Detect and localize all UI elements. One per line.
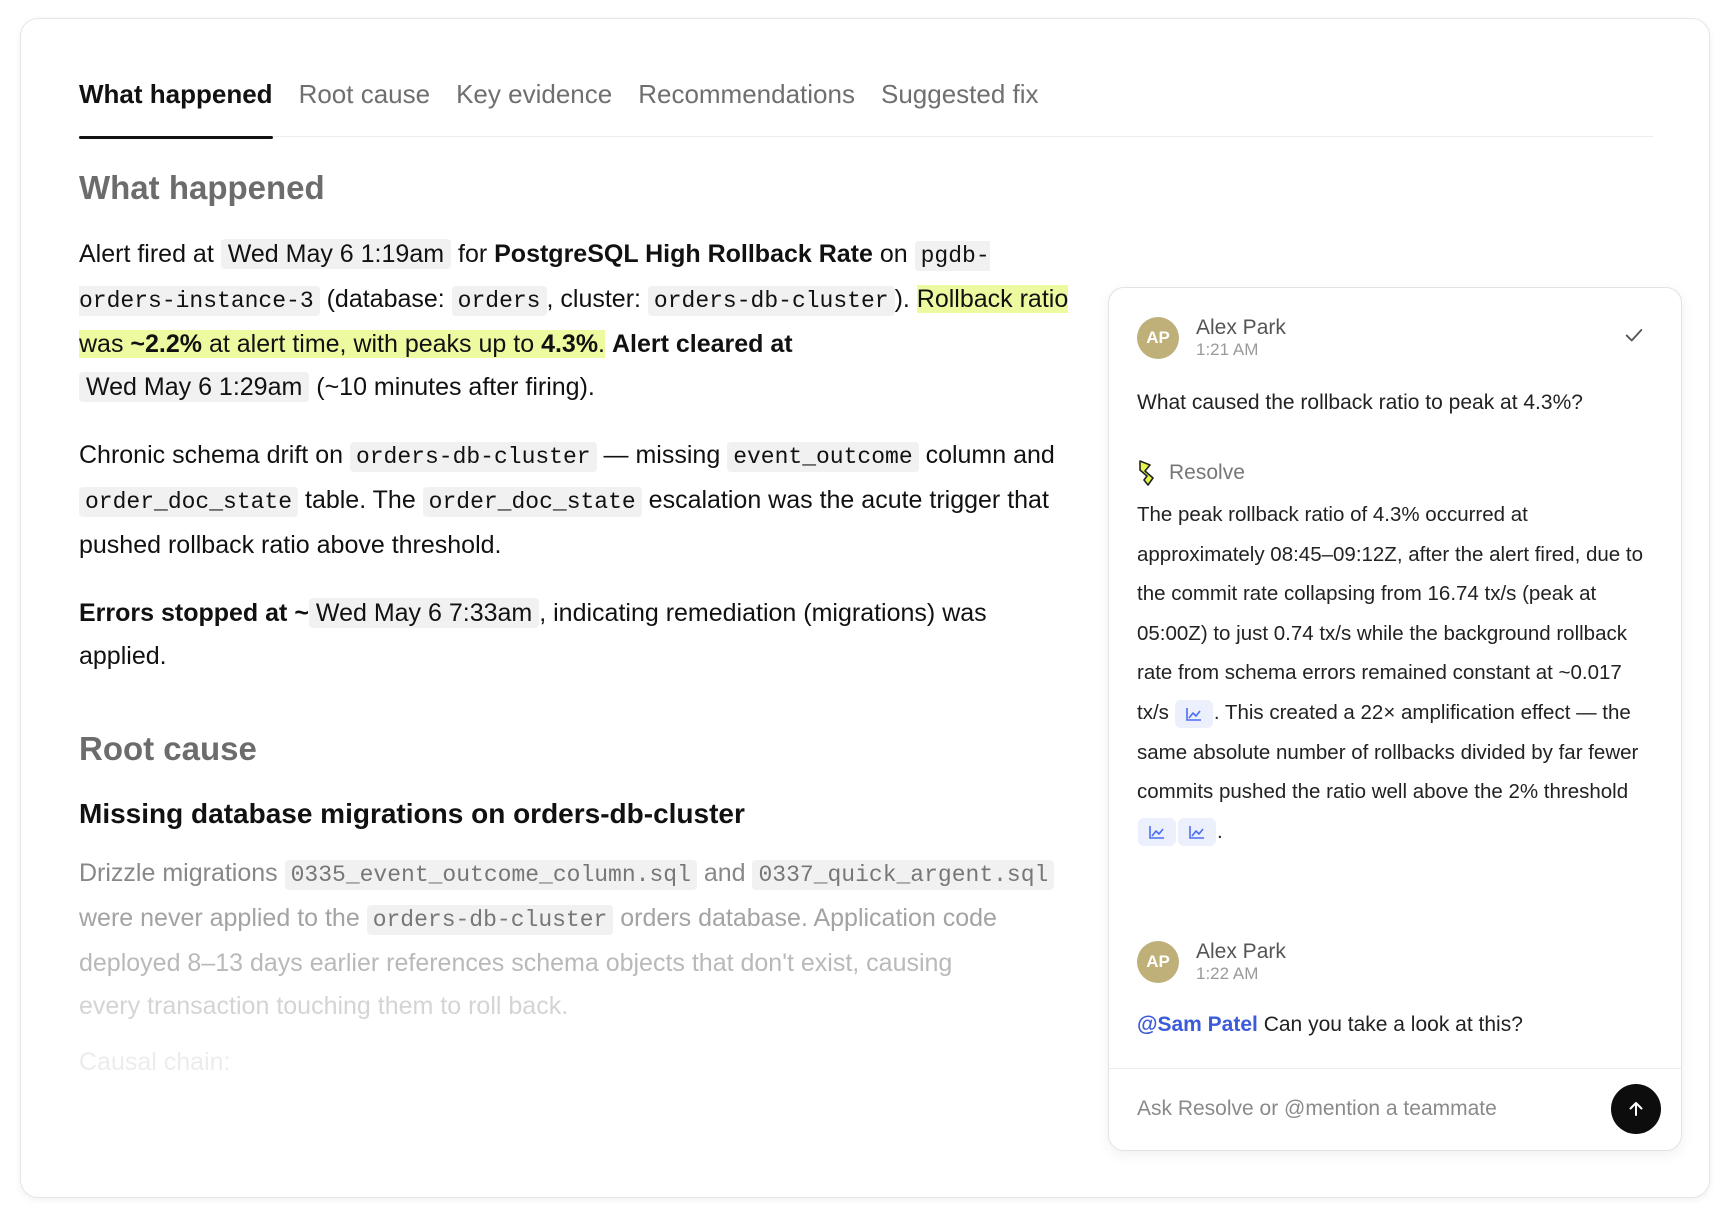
comment-thread-panel: AP Alex Park 1:21 AM What caused the rol… xyxy=(1108,287,1682,1151)
check-icon[interactable] xyxy=(1623,324,1645,346)
line-chart-icon[interactable] xyxy=(1174,699,1213,728)
message-header: AP Alex Park 1:22 AM xyxy=(1137,940,1286,984)
message-time: 1:21 AM xyxy=(1196,340,1259,359)
send-button[interactable] xyxy=(1611,1084,1661,1134)
line-chart-icon[interactable] xyxy=(1178,818,1216,847)
line-chart-icon[interactable] xyxy=(1138,818,1176,847)
column-code: event_outcome xyxy=(727,442,919,472)
message-text: What caused the rollback ratio to peak a… xyxy=(1137,391,1583,414)
tab-bar: What happened Root cause Key evidence Re… xyxy=(79,57,1653,139)
section-title-root-cause: Root cause xyxy=(79,730,257,767)
errors-stopped-label: Errors stopped at ~ xyxy=(79,599,309,627)
alert-cleared-label: Alert cleared at xyxy=(611,330,793,358)
resolve-header: Resolve xyxy=(1137,458,1245,488)
cluster-code: orders-db-cluster xyxy=(366,905,614,935)
message-time: 1:22 AM xyxy=(1196,964,1259,983)
message-composer xyxy=(1109,1068,1681,1150)
avatar[interactable]: AP xyxy=(1137,317,1179,359)
migration-file-code: 0337_quick_argent.sql xyxy=(752,860,1055,890)
causal-chain-label: Causal chain: xyxy=(79,1048,231,1076)
root-cause-paragraph: Drizzle migrations 0335_event_outcome_co… xyxy=(79,852,1069,1028)
avatar[interactable]: AP xyxy=(1137,941,1179,983)
user-mention[interactable]: @Sam Patel xyxy=(1137,1013,1258,1036)
tab-root-cause[interactable]: Root cause xyxy=(299,57,431,137)
alert-cleared-time: Wed May 6 1:29am xyxy=(79,372,310,402)
author-name: Alex Park xyxy=(1196,316,1286,339)
incident-card: What happened Root cause Key evidence Re… xyxy=(20,18,1710,1198)
migration-file-code: 0335_event_outcome_column.sql xyxy=(284,860,697,890)
main-content: What happened Alert fired at Wed May 6 1… xyxy=(79,169,1069,1077)
root-cause-subtitle: Missing database migrations on orders-db… xyxy=(79,798,745,829)
summary-paragraph: Alert fired at Wed May 6 1:19am for Post… xyxy=(79,239,1069,402)
database-code: orders xyxy=(451,286,547,316)
errors-stopped-time: Wed May 6 7:33am xyxy=(308,598,540,628)
resolve-logo-icon xyxy=(1139,460,1154,486)
tab-key-evidence[interactable]: Key evidence xyxy=(456,57,612,137)
schema-drift-paragraph: Chronic schema drift on orders-db-cluste… xyxy=(79,441,1055,559)
cluster-code: orders-db-cluster xyxy=(349,442,597,472)
chat-input[interactable] xyxy=(1137,1091,1577,1127)
author-name: Alex Park xyxy=(1196,940,1286,963)
tab-what-happened[interactable]: What happened xyxy=(79,57,273,139)
cluster-code: orders-db-cluster xyxy=(647,286,895,316)
resolve-answer: The peak rollback ratio of 4.3% occurred… xyxy=(1137,495,1657,851)
section-title-what-happened: What happened xyxy=(79,169,325,206)
alert-fired-time: Wed May 6 1:19am xyxy=(220,239,452,269)
arrow-up-icon xyxy=(1629,1102,1643,1116)
resolve-name: Resolve xyxy=(1169,461,1245,484)
table-code: order_doc_state xyxy=(79,487,299,517)
errors-stopped-paragraph: Errors stopped at ~ Wed May 6 7:33am, ind… xyxy=(79,598,987,670)
tab-recommendations[interactable]: Recommendations xyxy=(638,57,855,137)
message-text: @Sam Patel Can you take a look at this? xyxy=(1137,1013,1523,1036)
alert-name: PostgreSQL High Rollback Rate xyxy=(494,240,873,268)
tab-suggested-fix[interactable]: Suggested fix xyxy=(881,57,1039,137)
message-header: AP Alex Park 1:21 AM xyxy=(1137,316,1286,360)
table-code: order_doc_state xyxy=(422,487,642,517)
